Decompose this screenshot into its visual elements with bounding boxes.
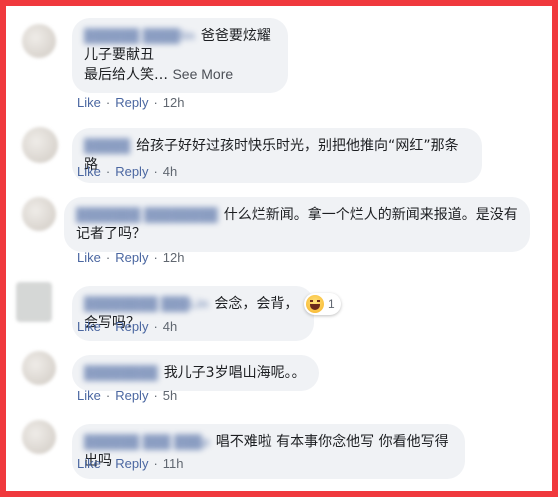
reply-link[interactable]: Reply [115, 164, 148, 179]
comment-actions: Like · Reply · 12h [77, 250, 185, 265]
comment-author[interactable]: ██████ ████lin [84, 26, 195, 45]
comment-timestamp[interactable]: 4h [163, 319, 177, 334]
comment-actions: Like · Reply · 5h [77, 388, 177, 403]
avatar[interactable] [22, 420, 56, 454]
like-link[interactable]: Like [77, 388, 101, 403]
comment-bubble: ██████ ████lin 爸爸要炫耀 儿子要献丑 最后给人笑… See Mor… [72, 18, 288, 93]
reaction-badge[interactable]: 1 [304, 293, 341, 315]
comment-timestamp[interactable]: 12h [163, 250, 185, 265]
avatar[interactable] [22, 24, 56, 58]
separator-dot: · [153, 95, 158, 110]
haha-reaction-icon [306, 295, 324, 313]
comment-bubble: ███████ ████████ 什么烂新闻。拿一个烂人的新闻来报道。是没有记者了… [64, 197, 530, 252]
comment-timestamp[interactable]: 5h [163, 388, 177, 403]
comment-author[interactable]: ████████ ███Lin [84, 294, 208, 313]
comment-author[interactable]: ████████ [84, 363, 158, 382]
like-link[interactable]: Like [77, 164, 101, 179]
like-link[interactable]: Like [77, 456, 101, 471]
comment-actions: Like · Reply · 4h [77, 164, 177, 179]
reply-link[interactable]: Reply [115, 456, 148, 471]
avatar[interactable] [16, 282, 52, 322]
avatar[interactable] [22, 127, 58, 163]
comment-author[interactable]: ██████ ███ ███p [84, 432, 210, 451]
avatar[interactable] [22, 197, 56, 231]
reply-link[interactable]: Reply [115, 388, 148, 403]
reply-link[interactable]: Reply [115, 319, 148, 334]
separator-dot: · [105, 250, 111, 265]
avatar[interactable] [22, 351, 56, 385]
comment-timestamp[interactable]: 11h [163, 456, 184, 471]
comment-text-line: 爸爸要炫耀 [200, 28, 271, 44]
comments-screenshot-frame: ██████ ████lin 爸爸要炫耀 儿子要献丑 最后给人笑… See Mor… [0, 0, 558, 497]
reply-link[interactable]: Reply [115, 250, 148, 265]
separator-dot: · [105, 319, 111, 334]
separator-dot: · [153, 164, 158, 179]
separator-dot: · [105, 95, 111, 110]
comment-actions: Like · Reply · 4h [77, 319, 177, 334]
comment-actions: Like · Reply · 12h [77, 95, 185, 110]
separator-dot: · [153, 250, 158, 265]
like-link[interactable]: Like [77, 95, 101, 110]
comment-author[interactable]: ███████ ████████ [76, 205, 218, 224]
comment-timestamp[interactable]: 12h [163, 95, 185, 110]
comment-author[interactable]: █████ [84, 136, 130, 155]
comment-bubble: ████████ 我儿子3岁唱山海呢。。 [72, 355, 319, 391]
separator-dot: · [153, 319, 158, 334]
like-link[interactable]: Like [77, 319, 101, 334]
separator-dot: · [105, 164, 111, 179]
comment-timestamp[interactable]: 4h [163, 164, 177, 179]
comment-text-line: 最后给人笑… [84, 67, 168, 83]
comment-text-line: 儿子要献丑 [84, 47, 154, 63]
see-more-link[interactable]: See More [172, 66, 233, 82]
reply-link[interactable]: Reply [115, 95, 148, 110]
comment-actions: Like · Reply · 11h [77, 456, 184, 471]
like-link[interactable]: Like [77, 250, 101, 265]
separator-dot: · [153, 456, 158, 471]
separator-dot: · [105, 456, 111, 471]
reaction-count: 1 [328, 297, 335, 311]
separator-dot: · [105, 388, 111, 403]
separator-dot: · [153, 388, 158, 403]
comment-text: 我儿子3岁唱山海呢。。 [163, 365, 306, 381]
